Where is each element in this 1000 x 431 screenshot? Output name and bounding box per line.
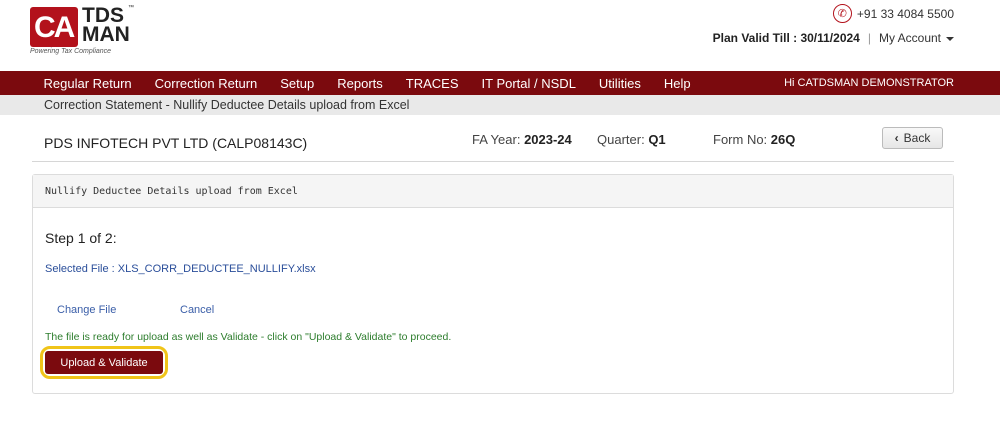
quarter: Quarter: Q1 <box>597 132 666 147</box>
back-button-label: Back <box>903 131 931 145</box>
main-nav: Regular Return Correction Return Setup R… <box>0 71 1000 95</box>
cancel-link[interactable]: Cancel <box>180 304 214 316</box>
fa-year-label: FA Year: <box>472 132 521 147</box>
breadcrumb: Correction Statement - Nullify Deductee … <box>0 95 1000 115</box>
my-account-label: My Account <box>878 31 941 45</box>
nav-item-utilities[interactable]: Utilities <box>587 76 652 91</box>
back-button[interactable]: ‹ Back <box>882 127 943 149</box>
logo-ca-text: CA <box>34 11 75 44</box>
quarter-value: Q1 <box>648 132 666 147</box>
nav-item-reports[interactable]: Reports <box>326 76 395 91</box>
change-file-link[interactable]: Change File <box>57 304 116 316</box>
ready-message: The file is ready for upload as well as … <box>45 331 452 343</box>
upload-validate-button[interactable]: Upload & Validate <box>45 351 163 374</box>
form-number-label: Form No: <box>713 132 768 147</box>
nav-item-setup[interactable]: Setup <box>269 76 326 91</box>
logo-tagline: Powering Tax Compliance <box>30 48 112 55</box>
nav-item-help[interactable]: Help <box>652 76 702 91</box>
phone-number: +91 33 4084 5500 <box>856 6 954 21</box>
phone-contact: ✆ +91 33 4084 5500 <box>832 4 954 23</box>
nav-item-regular-return[interactable]: Regular Return <box>32 76 143 91</box>
account-line: Plan Valid Till : 30/11/2024 | My Accoun… <box>713 31 954 45</box>
header: CA TDS MAN ™ Powering Tax Compliance ✆ +… <box>0 0 1000 70</box>
header-separator: | <box>867 31 871 45</box>
logo-trademark: ™ <box>128 5 134 11</box>
quarter-label: Quarter: <box>597 132 645 147</box>
step-indicator: Step 1 of 2: <box>45 230 117 246</box>
my-account-dropdown[interactable]: My Account <box>879 31 954 45</box>
catdsman-logo[interactable]: CA TDS MAN ™ Powering Tax Compliance <box>30 5 140 55</box>
panel-title: Nullify Deductee Details upload from Exc… <box>33 175 953 208</box>
selected-file: Selected File : XLS_CORR_DEDUCTEE_NULLIF… <box>45 263 316 275</box>
fa-year-value: 2023-24 <box>524 132 572 147</box>
chevron-left-icon: ‹ <box>894 131 899 145</box>
upload-panel: Nullify Deductee Details upload from Exc… <box>32 174 954 394</box>
form-number: Form No: 26Q <box>713 132 795 147</box>
company-info-bar: PDS INFOTECH PVT LTD (CALP08143C) FA Yea… <box>32 122 954 162</box>
form-number-value: 26Q <box>770 132 796 147</box>
chevron-down-icon <box>946 36 954 41</box>
user-greeting[interactable]: Hi CATDSMAN DEMONSTRATOR <box>784 71 954 95</box>
logo-man-text: MAN <box>82 23 130 46</box>
company-name: PDS INFOTECH PVT LTD (CALP08143C) <box>44 135 308 151</box>
fa-year: FA Year: 2023-24 <box>472 132 572 147</box>
nav-item-it-portal[interactable]: IT Portal / NSDL <box>470 76 587 91</box>
phone-icon: ✆ <box>832 4 852 23</box>
plan-validity: Plan Valid Till : 30/11/2024 <box>712 31 860 45</box>
logo-ca-box: CA <box>30 7 78 47</box>
nav-item-traces[interactable]: TRACES <box>394 76 470 91</box>
nav-item-correction-return[interactable]: Correction Return <box>143 76 269 91</box>
